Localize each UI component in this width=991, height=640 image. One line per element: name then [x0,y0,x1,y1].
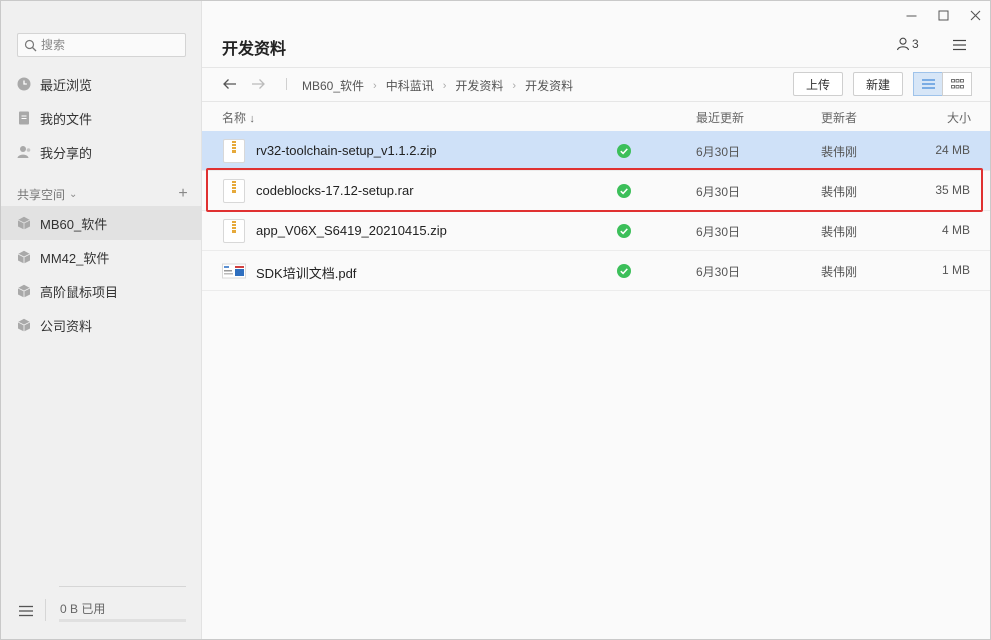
file-size: 35 MB [935,183,970,197]
file-size: 4 MB [941,223,970,237]
file-row[interactable]: SDK培训文档.pdf 6月30日 裴伟刚 1 MB [202,251,990,291]
close-icon[interactable] [960,5,990,25]
space-item-mb60[interactable]: MB60_软件 [1,206,201,240]
breadcrumb: MB60_软件 › 中科蓝讯 › 开发资料 › 开发资料 [302,77,573,94]
file-name: rv32-toolchain-setup_v1.1.2.zip [256,143,437,158]
file-row[interactable]: rv32-toolchain-setup_v1.1.2.zip 6月30日 裴伟… [202,131,990,171]
search-box[interactable] [17,33,186,57]
list-view-icon [921,79,935,89]
space-item-label: MB60_软件 [40,216,108,232]
check-circle-icon [617,144,631,158]
search-icon [24,39,37,51]
grid-view-icon [950,78,964,88]
file-name: app_V06X_S6419_20210415.zip [256,223,447,238]
column-header-updater[interactable]: 更新者 [821,109,857,126]
file-size: 24 MB [935,143,970,157]
file-row[interactable]: codeblocks-17.12-setup.rar 6月30日 裴伟刚 35 … [202,171,990,211]
toolbar-divider [202,101,990,102]
space-item-company[interactable]: 公司资料 [1,308,201,342]
clock-icon [17,77,31,91]
chevron-right-icon: › [442,79,447,92]
pdf-thumbnail-icon [222,263,246,279]
search-input[interactable] [41,38,181,52]
file-updater: 裴伟刚 [821,225,858,239]
file-row[interactable]: app_V06X_S6419_20210415.zip 6月30日 裴伟刚 4 … [202,211,990,251]
footer-divider [45,599,46,621]
nav-item-shared-by-me[interactable]: 我分享的 [1,135,201,169]
cube-icon [17,318,31,332]
space-item-mouse-project[interactable]: 高阶鼠标项目 [1,274,201,308]
back-arrow-icon[interactable] [221,75,239,93]
rar-file-icon [223,179,245,203]
file-name: codeblocks-17.12-setup.rar [256,183,414,198]
list-view-button[interactable] [913,72,943,96]
zip-file-icon [223,139,245,163]
file-updated: 6月30日 [696,185,741,199]
chevron-down-icon: ⌄ [69,188,78,200]
user-share-icon [17,146,31,158]
column-header-name[interactable]: 名称 ↓ [222,109,255,126]
space-item-label: 高阶鼠标项目 [40,284,119,300]
document-icon [19,111,29,125]
file-updated: 6月30日 [696,145,741,159]
storage-usage-bar [59,619,186,622]
file-size: 1 MB [941,263,970,277]
page-title: 开发资料 [222,41,287,58]
space-item-label: 公司资料 [40,318,93,334]
storage-usage-text: 0 B 已用 [60,602,106,616]
file-updated: 6月30日 [696,265,741,279]
check-circle-icon [617,224,631,238]
menu-icon[interactable] [953,39,966,51]
file-updater: 裴伟刚 [821,185,858,199]
nav-item-label: 我分享的 [40,145,93,161]
sidebar-divider [59,586,186,587]
grid-view-button[interactable] [942,72,972,96]
member-count: 3 [912,37,919,51]
members-button[interactable]: 3 [896,37,919,51]
nav-item-label: 我的文件 [40,111,93,127]
hamburger-menu-icon[interactable] [19,605,33,617]
breadcrumb-item-current: 开发资料 [525,79,574,93]
add-space-icon[interactable]: + [176,185,190,203]
check-circle-icon [617,184,631,198]
shared-space-header[interactable]: 共享空间 ⌄ [17,185,187,203]
breadcrumb-item[interactable]: MB60_软件 [302,77,364,94]
main-panel: 开发资料 3 MB60_软件 › 中科蓝讯 › 开发资料 › 开发资料 上传 新… [202,1,990,639]
space-item-label: MM42_软件 [40,250,110,266]
nav-item-recent[interactable]: 最近浏览 [1,67,201,101]
chevron-right-icon: › [512,79,517,92]
maximize-icon[interactable] [928,5,958,25]
sort-down-arrow-icon: ↓ [249,113,255,125]
cube-icon [17,216,31,230]
check-circle-icon [617,264,631,278]
cube-icon [17,250,31,264]
file-updater: 裴伟刚 [821,265,858,279]
file-updater: 裴伟刚 [821,145,858,159]
view-toggle [913,72,972,96]
breadcrumb-item[interactable]: 开发资料 [455,77,503,94]
forward-arrow-icon[interactable] [249,75,267,93]
user-icon [896,37,910,51]
upload-button[interactable]: 上传 [793,72,843,96]
space-item-mm42[interactable]: MM42_软件 [1,240,201,274]
zip-file-icon [223,219,245,243]
file-updated: 6月30日 [696,225,741,239]
header-divider [202,67,990,68]
new-button[interactable]: 新建 [853,72,903,96]
breadcrumb-item[interactable]: 中科蓝讯 [386,77,434,94]
shared-space-label: 共享空间 [17,187,66,202]
chevron-right-icon: › [373,79,377,92]
breadcrumb-divider [286,78,287,90]
cube-icon [17,284,31,298]
column-header-name-label: 名称 [222,111,247,125]
app-window: 最近浏览 我的文件 我分享的 共享空间 ⌄ + [0,0,991,640]
file-name: SDK培训文档.pdf [256,266,357,281]
column-header-updated[interactable]: 最近更新 [696,109,744,126]
nav-item-label: 最近浏览 [40,77,93,93]
column-header-size[interactable]: 大小 [947,109,971,126]
nav-item-my-files[interactable]: 我的文件 [1,101,201,135]
sidebar: 最近浏览 我的文件 我分享的 共享空间 ⌄ + [1,1,202,639]
minimize-icon[interactable] [896,5,926,25]
